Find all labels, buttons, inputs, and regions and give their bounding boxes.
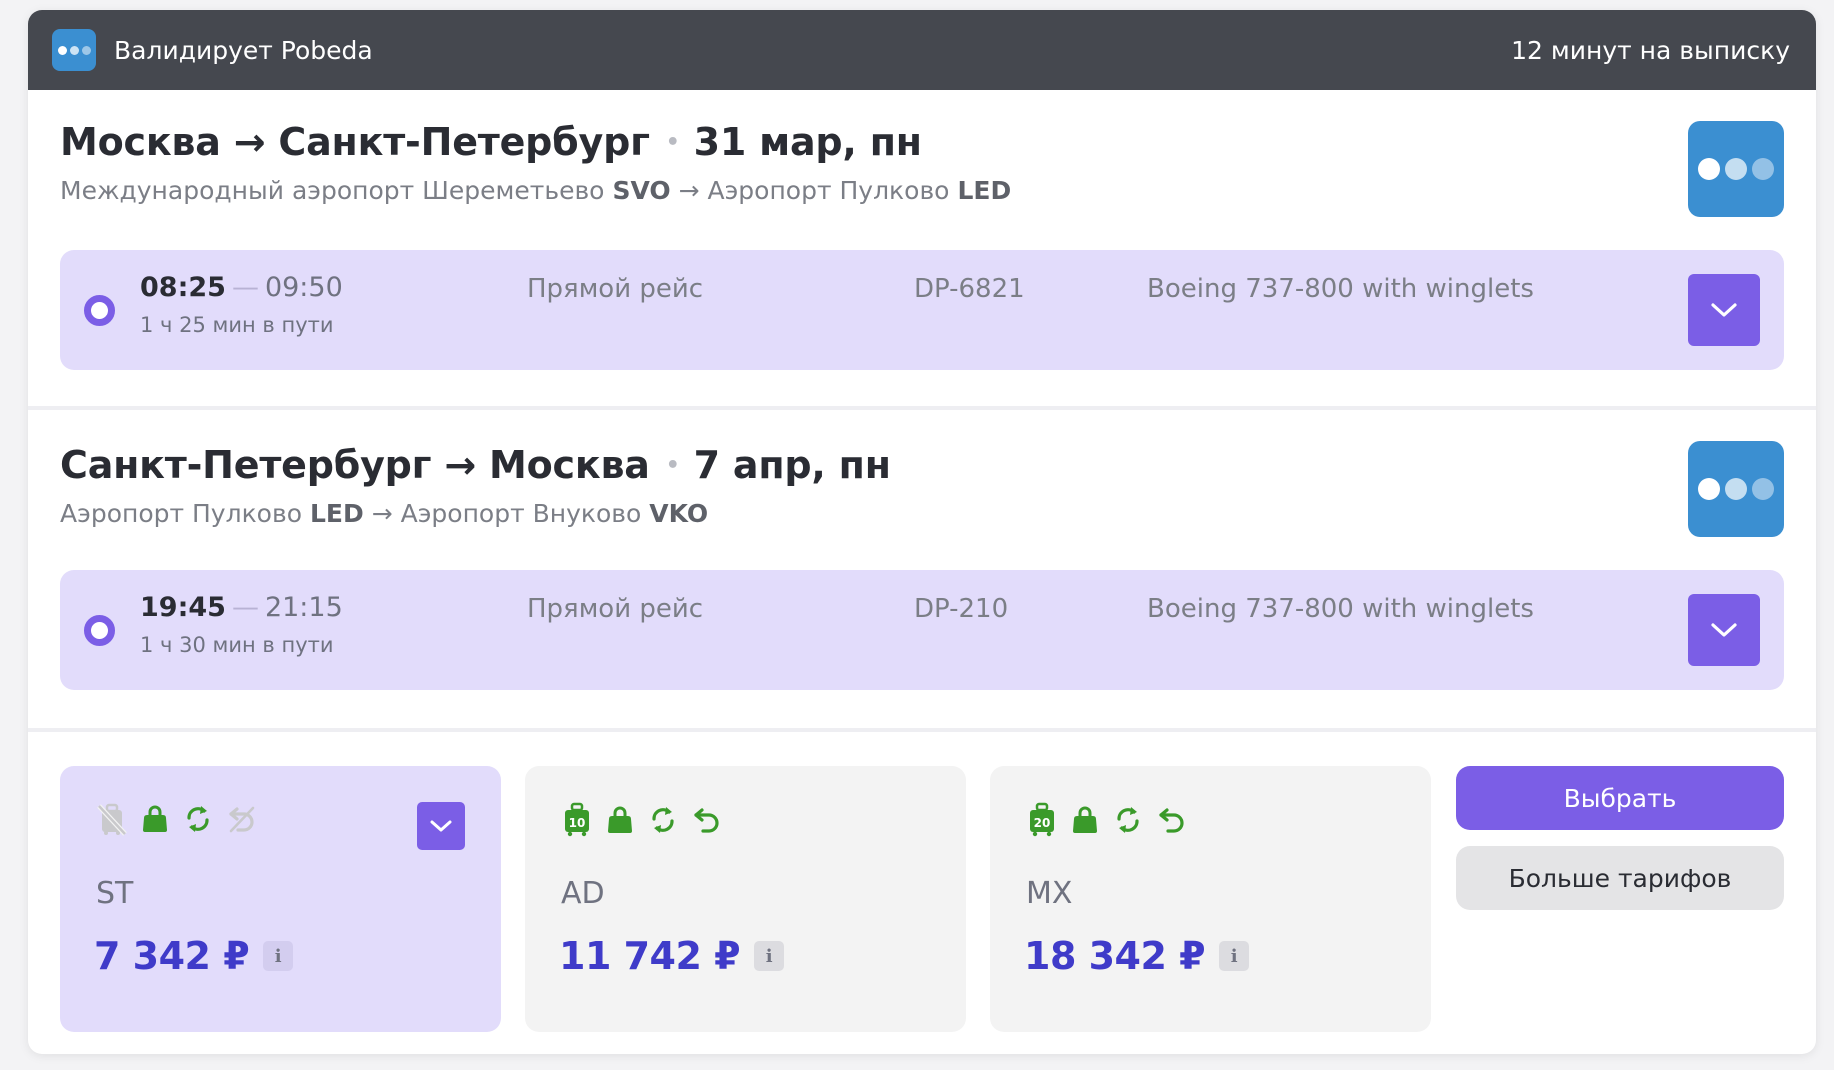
flight-duration: 1 ч 25 мин в пути	[140, 313, 334, 337]
from-code: SVO	[612, 176, 671, 205]
refund-icon	[694, 808, 719, 833]
aircraft-model: Boeing 737-800 with winglets	[1147, 274, 1534, 304]
flight-option[interactable]: 08:25—09:50 1 ч 25 мин в пути Прямой рей…	[60, 250, 1784, 370]
flight-offer-card: Валидирует Pobeda 12 минут на выписку Мо…	[28, 10, 1816, 1054]
tariff-price: 7 342 ₽	[94, 934, 250, 978]
to-code: VKO	[649, 499, 709, 528]
tariff-features: 20	[1026, 802, 1188, 838]
tariff-price: 11 742 ₽	[559, 934, 741, 978]
segment-title: Москва → Санкт-Петербург • 31 мар, пн	[60, 120, 1784, 164]
exchange-icon	[1117, 807, 1139, 833]
tariff-expand-button[interactable]	[417, 802, 465, 850]
checked-baggage-20kg-icon: 20	[1030, 802, 1054, 837]
time-dash: —	[231, 272, 259, 303]
to-airport: Аэропорт Внуково	[400, 499, 642, 528]
info-icon[interactable]: i	[1219, 941, 1250, 971]
segment-airports: Аэропорт Пулково LED → Аэропорт Внуково …	[60, 499, 1784, 528]
tariff-name: AD	[561, 876, 605, 911]
checked-baggage-10kg-icon: 10	[565, 802, 589, 837]
no-checked-baggage-icon	[97, 803, 127, 836]
chevron-down-icon	[430, 820, 452, 832]
from-airport: Аэропорт Пулково	[60, 499, 303, 528]
airline-logo-icon	[52, 29, 96, 71]
to-airport: Аэропорт Пулково	[707, 176, 950, 205]
flight-radio[interactable]	[84, 295, 115, 326]
from-airport: Международный аэропорт Шереметьево	[60, 176, 605, 205]
hand-luggage-icon	[1073, 806, 1097, 833]
segment-route: Москва → Санкт-Петербург	[60, 120, 650, 164]
ticketing-timer: 12 минут на выписку	[1511, 35, 1790, 65]
more-tariffs-button[interactable]: Больше тарифов	[1456, 846, 1784, 910]
segment-airports: Международный аэропорт Шереметьево SVO →…	[60, 176, 1784, 205]
flight-type: Прямой рейс	[527, 274, 704, 304]
flight-times: 19:45—21:15 1 ч 30 мин в пути	[140, 592, 343, 657]
segment-date: 7 апр, пн	[693, 443, 891, 487]
segment-title: Санкт-Петербург → Москва • 7 апр, пн	[60, 443, 1784, 487]
chevron-down-icon	[1711, 303, 1737, 317]
tariff-card-mx[interactable]: 20 MX 18 342 ₽ i	[990, 766, 1431, 1032]
flight-option[interactable]: 19:45—21:15 1 ч 30 мин в пути Прямой рей…	[60, 570, 1784, 690]
airline-logo-icon	[1688, 121, 1784, 217]
airline-logo-icon	[1688, 441, 1784, 537]
validating-carrier-bar: Валидирует Pobeda 12 минут на выписку	[28, 10, 1816, 90]
choose-button[interactable]: Выбрать	[1456, 766, 1784, 830]
arrow-icon: →	[678, 176, 700, 205]
tariff-features	[96, 802, 258, 836]
arrival-time: 21:15	[264, 592, 343, 623]
flight-duration: 1 ч 30 мин в пути	[140, 633, 334, 657]
arrow-icon: →	[371, 499, 393, 528]
baggage-weight: 20	[1034, 816, 1051, 830]
hand-luggage-icon	[608, 806, 632, 833]
segment-date: 31 мар, пн	[693, 120, 922, 164]
baggage-weight: 10	[569, 816, 586, 830]
segment-return: Санкт-Петербург → Москва • 7 апр, пн Аэр…	[28, 406, 1816, 722]
tariff-name: MX	[1026, 876, 1073, 911]
tariff-name: ST	[96, 876, 134, 911]
flight-number: DP-210	[914, 594, 1009, 624]
hand-luggage-icon	[143, 805, 167, 832]
no-refund-icon	[229, 806, 255, 833]
info-icon[interactable]: i	[263, 941, 294, 971]
aircraft-model: Boeing 737-800 with winglets	[1147, 594, 1534, 624]
exchange-icon	[187, 806, 209, 832]
expand-flight-button[interactable]	[1688, 594, 1760, 666]
tariff-card-ad[interactable]: 10 AD 11 742 ₽ i	[525, 766, 966, 1032]
departure-time: 08:25	[140, 272, 226, 303]
separator-dot: •	[665, 452, 680, 478]
from-code: LED	[309, 499, 364, 528]
exchange-icon	[652, 807, 674, 833]
tariff-price: 18 342 ₽	[1024, 934, 1206, 978]
refund-icon	[1159, 808, 1184, 833]
expand-flight-button[interactable]	[1688, 274, 1760, 346]
separator-dot: •	[665, 129, 680, 155]
flight-radio[interactable]	[84, 615, 115, 646]
flight-type: Прямой рейс	[527, 594, 704, 624]
arrival-time: 09:50	[264, 272, 343, 303]
segment-route: Санкт-Петербург → Москва	[60, 443, 650, 487]
tariff-features: 10	[561, 802, 723, 838]
time-dash: —	[231, 592, 259, 623]
segment-outbound: Москва → Санкт-Петербург • 31 мар, пн Ме…	[28, 90, 1816, 406]
departure-time: 19:45	[140, 592, 226, 623]
chevron-down-icon	[1711, 623, 1737, 637]
to-code: LED	[957, 176, 1012, 205]
tariff-section: ST 7 342 ₽ i 10 AD 11 742 ₽ i 20 MX 18 3…	[28, 728, 1816, 1054]
validating-carrier-label: Валидирует Pobeda	[114, 35, 373, 65]
flight-number: DP-6821	[914, 274, 1025, 304]
tariff-card-st[interactable]: ST 7 342 ₽ i	[60, 766, 501, 1032]
info-icon[interactable]: i	[754, 941, 785, 971]
flight-times: 08:25—09:50 1 ч 25 мин в пути	[140, 272, 343, 337]
